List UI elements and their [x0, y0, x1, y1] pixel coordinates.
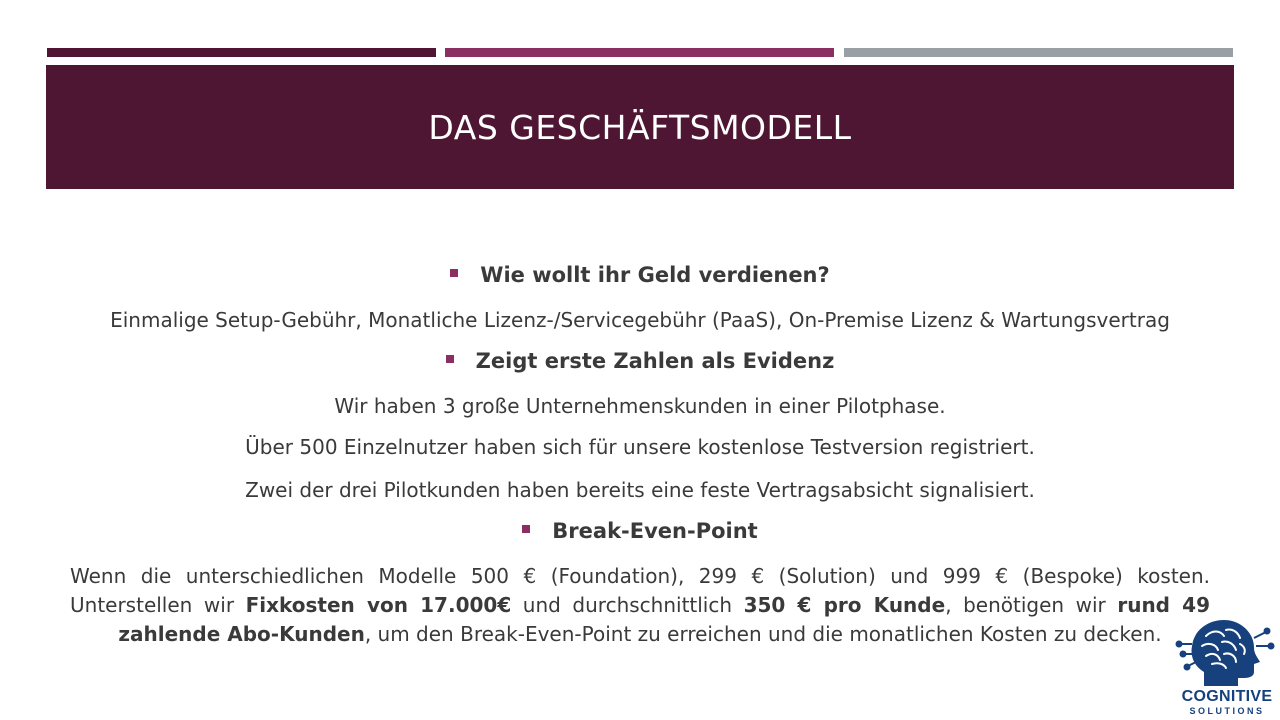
heading-text: Wie wollt ihr Geld verdienen? — [480, 263, 830, 287]
bullet-heading-break-even: Break-Even-Point — [40, 520, 1240, 542]
paragraph-text: , um den Break-Even-Point zu erreichen u… — [364, 622, 1162, 646]
bullet-square-icon — [450, 269, 459, 277]
bullet-square-icon — [522, 525, 531, 533]
paragraph-text: und durchschnittlich — [511, 593, 744, 617]
paragraph-text: , benötigen wir — [945, 593, 1118, 617]
logo-subtitle: SOLUTIONS — [1189, 706, 1265, 716]
title-banner: Das Geschäftsmodell — [46, 65, 1234, 189]
brain-head-icon — [1175, 620, 1275, 686]
heading-text: Break-Even-Point — [552, 519, 758, 543]
text-line-revenue-models: Einmalige Setup-Gebühr, Monatliche Lizen… — [110, 308, 1170, 332]
text-line-test-users: Über 500 Einzelnutzer haben sich für uns… — [245, 435, 1035, 459]
text-line-contract-intent: Zwei der drei Pilotkunden haben bereits … — [245, 478, 1035, 502]
logo-wordmark: COGNITIVE — [1181, 688, 1273, 705]
text-line-pilot-customers: Wir haben 3 große Unternehmenskunden in … — [334, 394, 946, 418]
accent-bar-gray — [844, 48, 1233, 57]
bullet-square-icon — [445, 355, 454, 363]
bullet-heading-revenue: Wie wollt ihr Geld verdienen? — [40, 264, 1240, 286]
slide-title: Das Geschäftsmodell — [428, 107, 852, 147]
company-logo: COGNITIVE SOLUTIONS — [1174, 616, 1280, 720]
accent-bar-magenta — [445, 48, 834, 57]
fixed-costs-highlight: Fixkosten von 17.000€ — [245, 593, 512, 617]
price-per-customer-highlight: 350 € pro Kunde — [743, 593, 946, 617]
accent-bar-dark — [47, 48, 436, 57]
bullet-heading-evidence: Zeigt erste Zahlen als Evidenz — [40, 350, 1240, 372]
break-even-paragraph: Wenn die unterschiedlichen Modelle 500 €… — [70, 562, 1210, 649]
heading-text: Zeigt erste Zahlen als Evidenz — [475, 349, 835, 373]
